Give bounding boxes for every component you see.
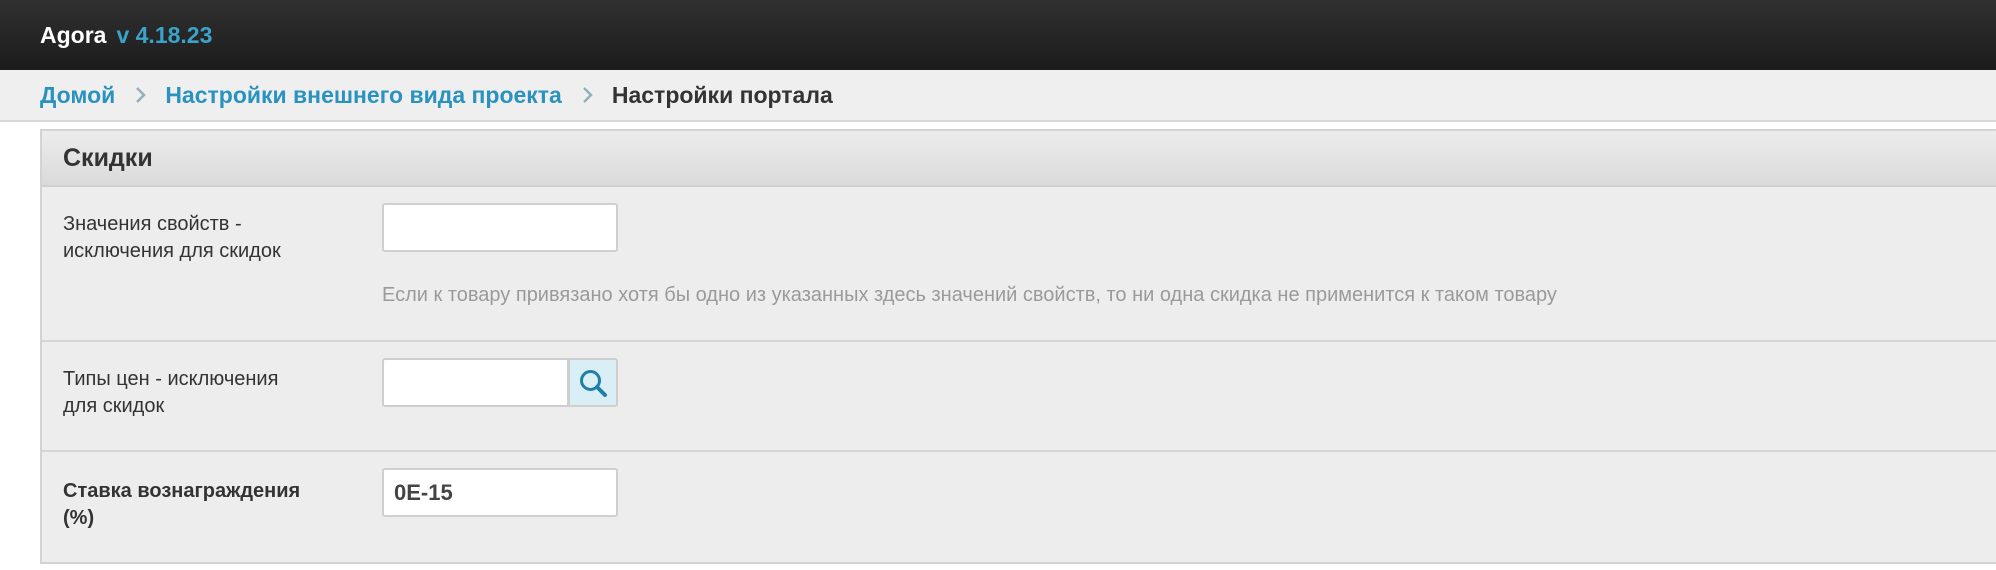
label-line: для скидок [63,395,165,417]
price-type-search-button[interactable] [569,358,618,407]
top-bar: Agora v 4.18.23 [0,0,1996,70]
form-row-property-exclusions: Значения свойств - исключения для скидок… [42,187,1996,342]
breadcrumb-current: Настройки портала [611,81,833,108]
label-line: (%) [63,507,95,529]
price-type-exclusions-label: Типы цен - исключения для скидок [63,366,353,420]
search-icon [578,368,608,398]
label-line: исключения для скидок [63,240,281,262]
price-type-exclusions-input[interactable] [382,358,569,407]
reward-rate-input[interactable] [382,468,618,517]
discounts-panel: Скидки Значения свойств - исключения для… [40,129,1996,564]
reward-rate-label: Ставка вознаграждения (%) [63,478,353,532]
panel-header: Скидки [42,131,1996,187]
form-row-price-type-exclusions: Типы цен - исключения для скидок [42,342,1996,452]
breadcrumb-home-link[interactable]: Домой [40,82,115,109]
breadcrumb-appearance-link[interactable]: Настройки внешнего вида проекта [165,82,562,109]
property-exclusions-label: Значения свойств - исключения для скидок [63,211,353,265]
property-exclusions-hint: Если к товару привязано хотя бы одно из … [382,284,1557,306]
label-line: Ставка вознаграждения [63,480,301,502]
app-name[interactable]: Agora [40,22,106,49]
panel-title: Скидки [63,143,153,172]
chevron-right-icon [582,86,594,104]
label-line: Типы цен - исключения [63,368,279,390]
breadcrumb: Домой Настройки внешнего вида проекта На… [0,70,1996,122]
property-exclusions-input[interactable] [382,203,618,252]
app-version: v 4.18.23 [116,21,213,48]
label-line: Значения свойств - [63,213,242,235]
form-row-reward-rate: Ставка вознаграждения (%) [42,452,1996,562]
chevron-right-icon [135,86,147,104]
